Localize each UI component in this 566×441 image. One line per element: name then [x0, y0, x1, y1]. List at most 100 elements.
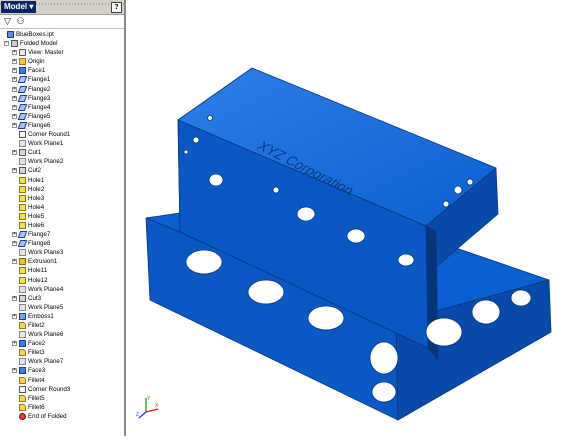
expander-icon[interactable]: + — [12, 50, 17, 56]
tree-item[interactable]: End of Folded — [0, 412, 124, 421]
tree-item-label: Hole4 — [28, 203, 45, 211]
fillet-icon — [19, 403, 26, 411]
expander-icon[interactable]: + — [12, 86, 17, 92]
find-icon[interactable]: ⚇ — [15, 16, 26, 27]
tree-item[interactable]: Hole12 — [0, 276, 124, 285]
emboss-icon — [19, 312, 26, 320]
tree-item[interactable]: Hole11 — [0, 266, 124, 275]
expander-icon[interactable]: + — [12, 313, 17, 319]
hole — [192, 136, 200, 144]
model-browser: Model ▾ ? ▽ ⚇ BlueBoxes.ipt - Folded Model… — [0, 0, 126, 436]
tree-item-label: Work Plane3 — [28, 249, 64, 257]
expander-icon[interactable]: + — [12, 59, 17, 65]
view-triad[interactable]: Y X Z — [136, 394, 160, 420]
tree-item[interactable]: Hole6 — [0, 221, 124, 230]
end-icon — [19, 412, 26, 420]
tree-item[interactable]: Fillet2 — [0, 321, 124, 330]
expander-icon[interactable]: + — [12, 95, 17, 101]
tree-item[interactable]: + Emboss1 — [0, 312, 124, 321]
tree-item-label: Flange3 — [28, 94, 51, 102]
tree-item-label: Fillet4 — [28, 376, 45, 384]
tree-item[interactable]: - Folded Model — [0, 39, 124, 48]
tree-item-label: Hole12 — [28, 276, 48, 284]
tree-item[interactable]: Work Plane6 — [0, 330, 124, 339]
flange-icon — [17, 112, 28, 120]
tree-item[interactable]: + Flange5 — [0, 112, 124, 121]
expander-icon[interactable]: + — [12, 104, 17, 110]
hole — [296, 206, 316, 222]
cut-icon — [19, 149, 26, 157]
tree-item-label: Flange1 — [28, 76, 51, 84]
tree-item[interactable]: + Flange4 — [0, 103, 124, 112]
tree-item[interactable]: + Flange8 — [0, 239, 124, 248]
tree-item[interactable]: Work Plane5 — [0, 303, 124, 312]
tree-item[interactable]: + Cut3 — [0, 294, 124, 303]
flange-icon — [17, 103, 28, 111]
tree-item[interactable]: + Face1 — [0, 66, 124, 75]
model-dropdown[interactable]: Model ▾ — [1, 1, 37, 13]
tree-item[interactable]: Hole3 — [0, 194, 124, 203]
tree-item[interactable]: Corner Round1 — [0, 130, 124, 139]
tree-item[interactable]: + Origin — [0, 57, 124, 66]
expander-icon[interactable]: + — [12, 113, 17, 119]
tree-item-label: Work Plane6 — [28, 331, 64, 339]
tree-item[interactable]: Work Plane1 — [0, 139, 124, 148]
hole — [466, 178, 474, 186]
expander-icon[interactable]: + — [12, 241, 17, 247]
tree-item[interactable]: Fillet3 — [0, 348, 124, 357]
expander-icon[interactable]: + — [12, 341, 17, 347]
tree-item[interactable]: + View: Master — [0, 48, 124, 57]
workplane-icon — [19, 358, 26, 366]
tree-item[interactable]: Work Plane3 — [0, 248, 124, 257]
expander-icon[interactable]: + — [12, 77, 17, 83]
tree-item-label: Fillet3 — [28, 349, 45, 357]
tree-item[interactable]: + Flange3 — [0, 94, 124, 103]
workplane-icon — [19, 249, 26, 257]
tree-item-label: Face1 — [28, 67, 46, 75]
expander-icon[interactable]: + — [12, 232, 17, 238]
tree-item[interactable]: Hole4 — [0, 203, 124, 212]
expander-icon[interactable]: + — [12, 168, 17, 174]
graphics-viewport[interactable]: XYZ Corporation — [126, 0, 566, 436]
expander-icon[interactable]: + — [12, 122, 17, 128]
fillet-icon — [19, 322, 26, 329]
tree-item[interactable]: Fillet6 — [0, 403, 124, 412]
tree-item[interactable]: + Flange6 — [0, 121, 124, 130]
tree-item-label: Work Plane7 — [28, 358, 64, 366]
tree-item[interactable]: + Flange1 — [0, 75, 124, 84]
expander-icon[interactable]: + — [12, 68, 17, 74]
help-button[interactable]: ? — [111, 2, 122, 13]
tree-item[interactable]: Hole1 — [0, 176, 124, 185]
hole — [371, 381, 397, 403]
tree-item[interactable]: + Extrusion1 — [0, 257, 124, 266]
tree-item[interactable]: Fillet5 — [0, 394, 124, 403]
tree-item[interactable]: + Flange7 — [0, 230, 124, 239]
tree-item-label: Face3 — [28, 367, 46, 375]
expander-icon[interactable]: + — [12, 295, 17, 301]
tree-item[interactable]: Work Plane7 — [0, 357, 124, 366]
tree-item[interactable]: + Flange2 — [0, 85, 124, 94]
expander-icon[interactable]: - — [4, 41, 9, 47]
tree-item[interactable]: Hole2 — [0, 185, 124, 194]
tree-item[interactable]: BlueBoxes.ipt — [0, 30, 124, 39]
tree-item-label: Cut1 — [28, 149, 42, 157]
tree-item-label: Fillet2 — [28, 322, 45, 329]
tree-item[interactable]: + Face3 — [0, 366, 124, 375]
expander-icon[interactable]: + — [12, 368, 17, 374]
expander-icon[interactable]: + — [12, 259, 17, 265]
tree-item-label: Hole3 — [28, 194, 45, 202]
tree-item[interactable]: Work Plane2 — [0, 157, 124, 166]
z-label: Z — [136, 412, 139, 418]
hole — [208, 173, 224, 187]
tree-item[interactable]: Work Plane4 — [0, 285, 124, 294]
tree-item[interactable]: Fillet4 — [0, 376, 124, 385]
tree-item[interactable]: + Cut1 — [0, 148, 124, 157]
hole-icon — [19, 267, 26, 275]
tree-item[interactable]: Hole5 — [0, 212, 124, 221]
tree-item-label: Hole2 — [28, 185, 45, 193]
tree-item[interactable]: + Face2 — [0, 339, 124, 348]
tree-item[interactable]: + Cut2 — [0, 166, 124, 175]
tree-item[interactable]: Corner Round3 — [0, 385, 124, 394]
filter-icon[interactable]: ▽ — [2, 16, 13, 27]
expander-icon[interactable]: + — [12, 150, 17, 156]
